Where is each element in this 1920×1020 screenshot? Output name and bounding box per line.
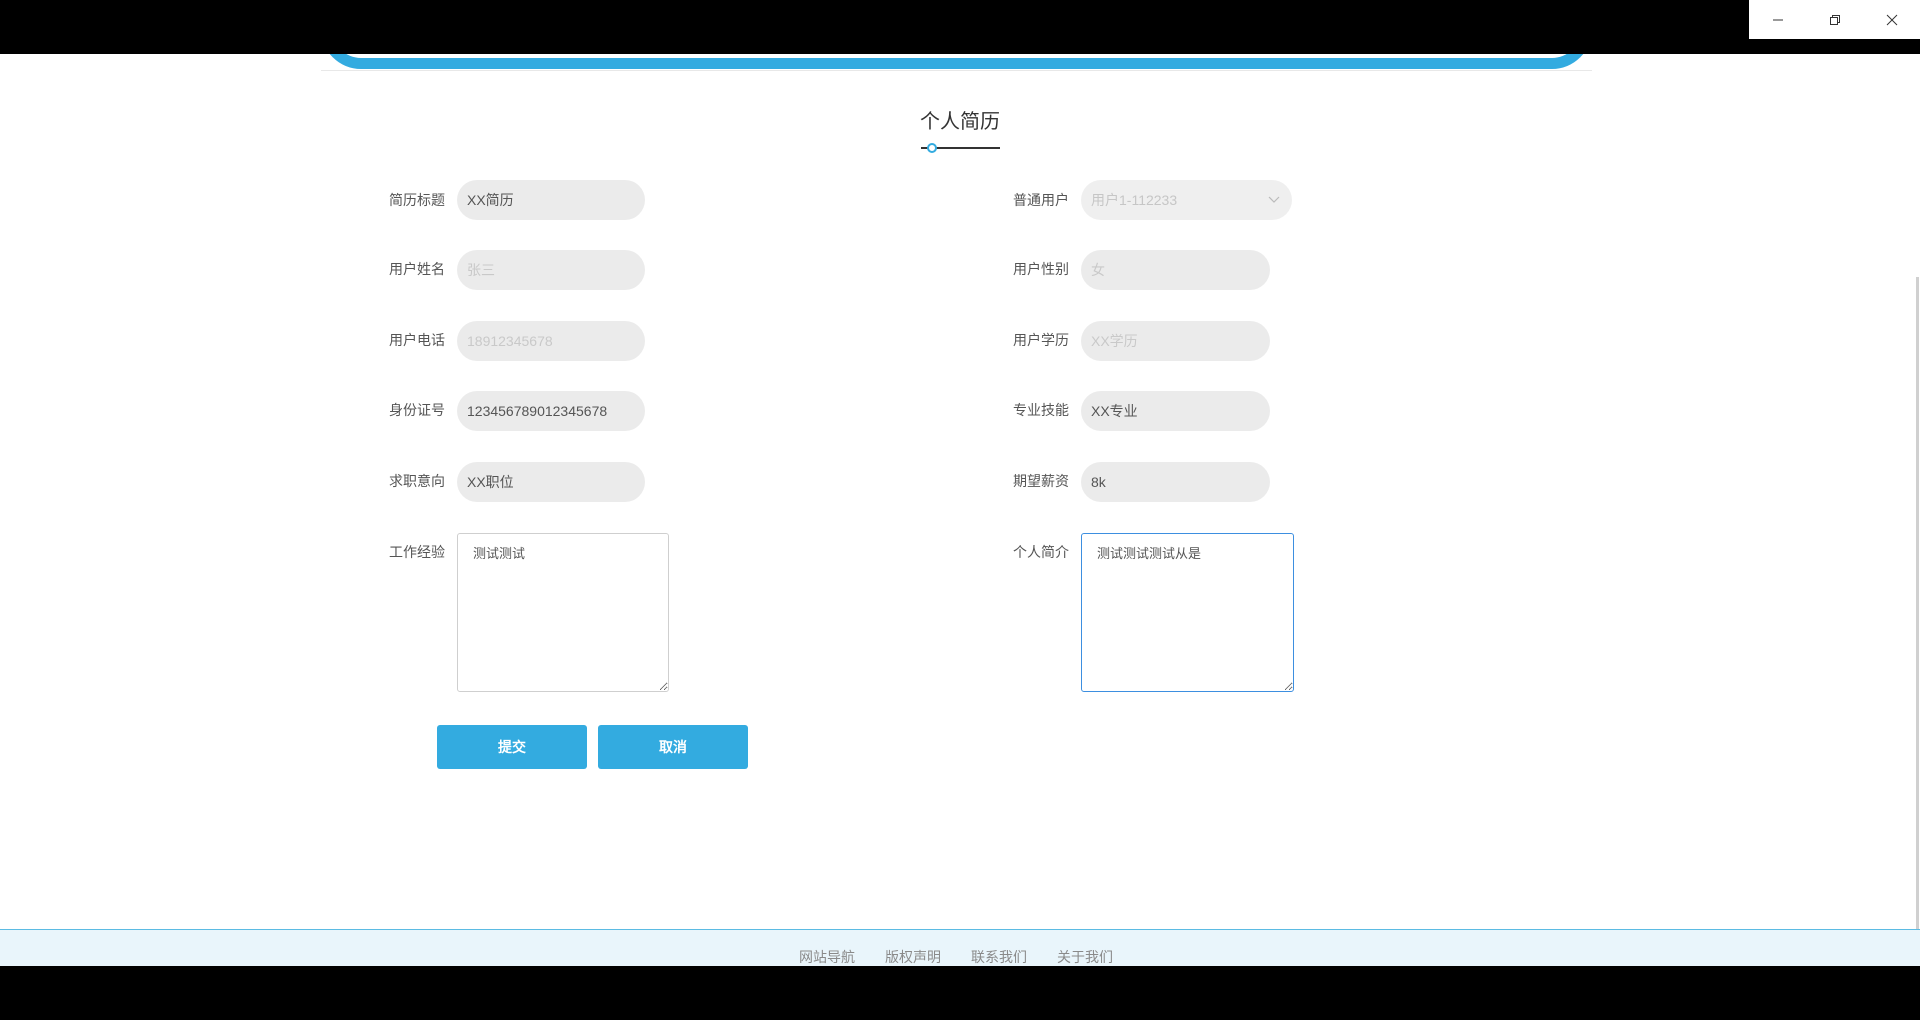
work-experience-textarea[interactable]: 测试测试 [457, 533, 669, 692]
id-number-label: 身份证号 [389, 402, 445, 418]
minimize-icon [1772, 19, 1783, 20]
page-title: 个人简历 [920, 111, 1000, 133]
user-phone-input[interactable] [457, 321, 645, 361]
skills-label: 专业技能 [1013, 402, 1069, 418]
user-education-input[interactable] [1081, 321, 1270, 361]
title-dot [927, 143, 937, 153]
cancel-button[interactable]: 取消 [598, 725, 748, 769]
footer-link-copyright[interactable]: 版权声明 [885, 948, 941, 966]
user-name-input[interactable] [457, 250, 645, 290]
user-gender-label: 用户性别 [1013, 261, 1069, 277]
expected-salary-label: 期望薪资 [1013, 473, 1069, 489]
self-intro-label: 个人简介 [1013, 544, 1069, 560]
resume-title-input[interactable] [457, 180, 645, 220]
close-button[interactable] [1863, 0, 1920, 39]
skills-input[interactable] [1081, 391, 1270, 431]
normal-user-select[interactable]: 用户1-112233 [1081, 180, 1292, 220]
user-education-label: 用户学历 [1013, 332, 1069, 348]
footer-link-contact[interactable]: 联系我们 [971, 948, 1027, 966]
work-experience-label: 工作经验 [389, 544, 445, 560]
minimize-button[interactable] [1749, 0, 1806, 39]
user-name-label: 用户姓名 [389, 261, 445, 277]
self-intro-textarea[interactable]: 测试测试测试从是 [1081, 533, 1294, 692]
job-intention-label: 求职意向 [389, 473, 445, 489]
bottom-bar [0, 966, 1920, 1020]
job-intention-input[interactable] [457, 462, 645, 502]
restore-button[interactable] [1806, 0, 1863, 39]
footer-link-about[interactable]: 关于我们 [1057, 948, 1113, 966]
close-icon [1886, 14, 1897, 25]
user-phone-label: 用户电话 [389, 332, 445, 348]
chevron-down-icon [1268, 196, 1280, 203]
normal-user-selected: 用户1-112233 [1091, 192, 1178, 208]
title-bar [0, 0, 1920, 54]
footer-links: 网站导航 版权声明 联系我们 关于我们 [799, 948, 1113, 966]
expected-salary-input[interactable] [1081, 462, 1270, 502]
footer-link-site-nav[interactable]: 网站导航 [799, 948, 855, 966]
restore-icon [1829, 14, 1840, 25]
window-controls [1749, 0, 1920, 39]
scrollbar-thumb[interactable] [1916, 277, 1919, 929]
submit-button[interactable]: 提交 [437, 725, 587, 769]
header-divider [321, 70, 1592, 71]
user-gender-input[interactable] [1081, 250, 1270, 290]
footer: 网站导航 版权声明 联系我们 关于我们 [0, 929, 1920, 966]
resume-title-label: 简历标题 [389, 192, 445, 208]
normal-user-label: 普通用户 [1013, 192, 1069, 208]
id-number-input[interactable] [457, 391, 645, 431]
